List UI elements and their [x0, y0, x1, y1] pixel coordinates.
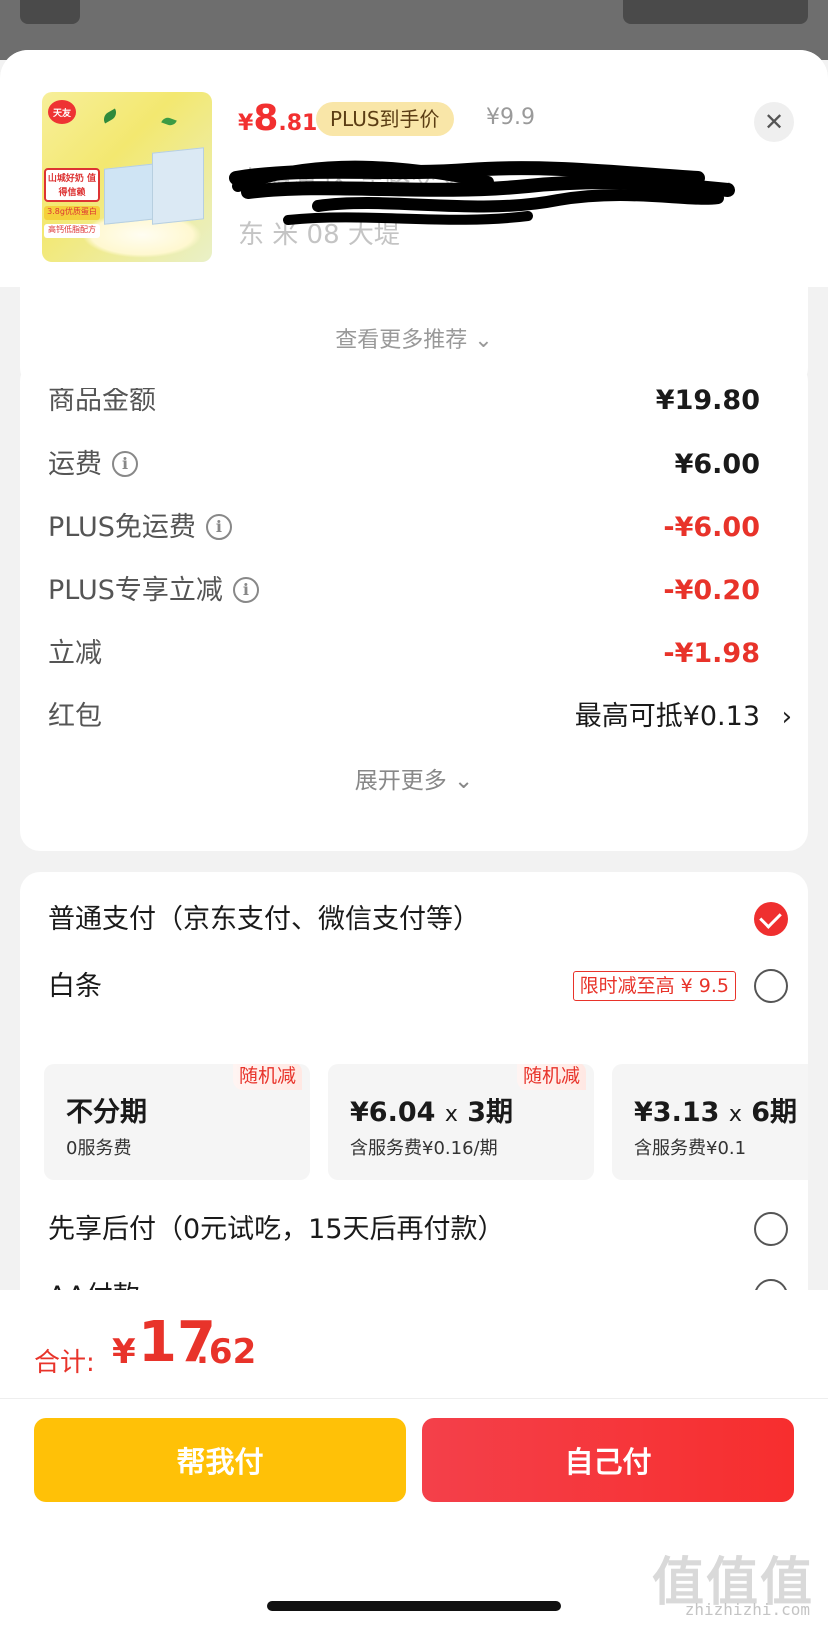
plan-fee: 含服务费¥0.1: [634, 1138, 747, 1159]
address-line: 东 米 08 大堤: [238, 220, 400, 250]
promo-tag: 限时减至高 ¥ 9.5: [572, 971, 736, 1001]
installment-plan-3[interactable]: 随机减 ¥6.04 x 3期 含服务费¥0.16/期: [328, 1064, 594, 1180]
leaf-decoration: [101, 108, 119, 124]
installment-plan-none[interactable]: 随机减 不分期 0服务费: [44, 1064, 310, 1180]
fee-breakdown-card: 商品金额 ¥19.80 运费 i ¥6.00 PLUS免运费 i -¥6.00 PL…: [20, 361, 808, 851]
total-currency: ¥: [112, 1332, 136, 1372]
total-label: 合计:: [34, 1348, 95, 1378]
plan-title: ¥3.13 x 6期: [634, 1097, 798, 1128]
radio-checked-icon[interactable]: [754, 902, 788, 936]
fee-value: 最高可抵¥0.13: [574, 701, 760, 732]
pay-option-normal[interactable]: 普通支付（京东支付、微信支付等）: [48, 900, 788, 940]
pay-option-label: 普通支付（京东支付、微信支付等）: [48, 904, 480, 935]
fee-value: -¥0.20: [663, 575, 760, 606]
plan-fee: 含服务费¥0.16/期: [350, 1138, 498, 1159]
address-line: 上海浦 区 东路交叉口: [238, 166, 489, 196]
payment-method-card: 普通支付（京东支付、微信支付等） 白条 限时减至高 ¥ 9.5 随机减 不分期 …: [20, 872, 808, 1352]
plan-title: ¥6.04 x 3期: [350, 1097, 514, 1128]
installment-plan-6[interactable]: ¥3.13 x 6期 含服务费¥0.1: [612, 1064, 808, 1180]
info-icon[interactable]: i: [205, 514, 232, 540]
back-button-dimmed: [20, 0, 80, 24]
divider: [0, 1398, 828, 1399]
fee-row-plus-shipping: PLUS免运费 i -¥6.00: [48, 508, 760, 548]
radio-icon[interactable]: [754, 1212, 788, 1246]
help-pay-button[interactable]: 帮我付: [34, 1418, 406, 1502]
pay-option-baitiao[interactable]: 白条 限时减至高 ¥ 9.5: [48, 967, 788, 1007]
info-icon[interactable]: i: [112, 451, 138, 477]
pay-option-label: 先享后付（0元试吃，15天后再付款）: [48, 1214, 505, 1245]
fee-label: PLUS免运费 i: [48, 508, 232, 548]
product-image: 天友 山城好奶 值得信赖 3.8g优质蛋白 高钙低脂配方: [42, 92, 212, 262]
pay-option-later[interactable]: 先享后付（0元试吃，15天后再付款）: [48, 1210, 788, 1250]
original-price: ¥9.9: [486, 105, 535, 130]
price-integer: 8: [253, 98, 279, 139]
price-decimal: .81: [278, 111, 318, 136]
expand-more-link[interactable]: 展开更多 ⌄: [20, 761, 808, 795]
self-pay-button[interactable]: 自己付: [422, 1418, 794, 1502]
milk-box: [152, 147, 204, 225]
fee-label: PLUS专享立减 i: [48, 571, 259, 611]
radio-icon[interactable]: [754, 969, 788, 1003]
checkout-footer: 合计: ¥ 17 .62 帮我付 自己付 值值值 zhizhizhi.com: [0, 1290, 828, 1631]
brand-logo: 天友: [48, 100, 76, 124]
leaf-decoration: [161, 115, 177, 128]
info-icon[interactable]: i: [232, 577, 259, 603]
plan-title: 不分期: [66, 1097, 147, 1128]
price-currency: ¥: [238, 111, 254, 136]
fee-value: ¥6.00: [674, 449, 760, 480]
fee-row-shipping: 运费 i ¥6.00: [48, 445, 760, 485]
fee-value: -¥1.98: [663, 638, 760, 669]
product-tag: 高钙低脂配方: [44, 224, 100, 238]
chevron-right-icon[interactable]: ›: [782, 697, 792, 737]
plus-price-badge: PLUS到手价: [316, 102, 454, 136]
fee-value: -¥6.00: [663, 512, 760, 543]
plus-price: ¥8.81: [238, 98, 317, 139]
pay-option-label: 白条: [48, 971, 102, 1002]
fee-row-plus-discount: PLUS专享立减 i -¥0.20: [48, 571, 760, 611]
header-actions-dimmed: [623, 0, 808, 24]
fee-row-discount: 立减 -¥1.98: [48, 634, 760, 674]
fee-label: 立减: [48, 638, 102, 669]
close-icon: ✕: [763, 108, 785, 136]
watermark-url: zhizhizhi.com: [684, 1600, 810, 1619]
milk-box: [104, 163, 156, 225]
fee-row-red-packet[interactable]: 红包 最高可抵¥0.13 ›: [48, 697, 792, 737]
more-recommend-link[interactable]: 查看更多推荐 ⌄: [20, 322, 808, 354]
chevron-right-icon[interactable]: ›: [726, 172, 736, 202]
plan-fee: 0服务费: [66, 1138, 132, 1159]
product-tag: 3.8g优质蛋白: [44, 206, 100, 220]
fee-label: 红包: [48, 701, 102, 732]
product-header: 天友 山城好奶 值得信赖 3.8g优质蛋白 高钙低脂配方 ¥8.81 PLUS到…: [0, 50, 828, 287]
home-indicator[interactable]: [267, 1601, 561, 1611]
close-button[interactable]: ✕: [754, 102, 794, 142]
product-tag: 山城好奶 值得信赖: [44, 168, 100, 202]
delivery-address[interactable]: 上海浦 区 东路交叉口 东 米 08 大堤: [238, 154, 728, 262]
random-discount-badge: 随机减: [516, 1064, 586, 1090]
random-discount-badge: 随机减: [232, 1064, 302, 1090]
total-decimal: .62: [196, 1332, 257, 1372]
fee-label: 运费 i: [48, 445, 138, 485]
installment-plans[interactable]: 随机减 不分期 0服务费 随机减 ¥6.04 x 3期 含服务费¥0.16/期 …: [44, 1064, 808, 1180]
